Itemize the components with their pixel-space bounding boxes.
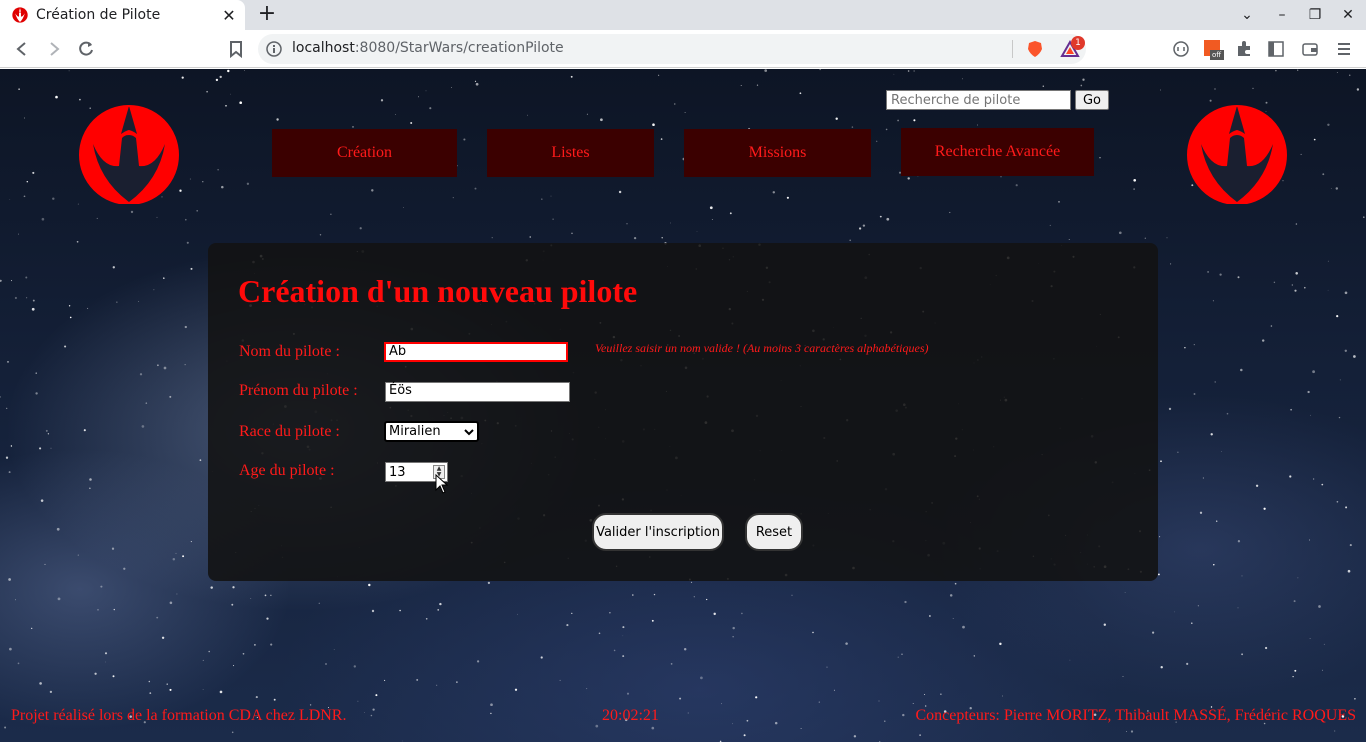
- wallet-icon[interactable]: [1300, 39, 1320, 59]
- brave-shields-icon[interactable]: [1026, 40, 1044, 58]
- menu-icon[interactable]: [1334, 39, 1354, 59]
- footer-project-text: Projet réalisé lors de la formation CDA …: [11, 707, 347, 724]
- page-title: Création d'un nouveau pilote: [238, 273, 638, 309]
- extension-badge: off: [1212, 51, 1222, 59]
- nav-creation-button[interactable]: Création: [272, 129, 457, 177]
- sidebar-icon[interactable]: [1266, 39, 1286, 59]
- browser-toolbar: localhost:8080/StarWars/creationPilote 1…: [0, 30, 1366, 68]
- footer-authors-text: Concepteurs: Pierre MORITZ, Thibault MAS…: [915, 707, 1356, 724]
- pilot-creation-panel: Création d'un nouveau pilote Nom du pilo…: [208, 243, 1158, 581]
- race-select[interactable]: Miralien: [384, 421, 479, 442]
- site-info-icon[interactable]: [266, 41, 282, 57]
- tab-list-chevron-icon[interactable]: ⌄: [1238, 7, 1256, 23]
- nom-input[interactable]: Ab: [384, 342, 568, 362]
- nav-recherche-avancee-button[interactable]: Recherche Avancée: [901, 128, 1094, 176]
- nav-missions-button[interactable]: Missions: [684, 129, 871, 177]
- pilot-search-input[interactable]: [886, 90, 1071, 110]
- puzzle-icon[interactable]: [1234, 39, 1254, 59]
- address-bar[interactable]: localhost:8080/StarWars/creationPilote: [258, 34, 1086, 64]
- footer-clock: 20:02:21: [602, 707, 659, 724]
- submit-button[interactable]: Valider l'inscription: [592, 513, 724, 551]
- minimize-icon[interactable]: –: [1273, 7, 1291, 23]
- rebel-alliance-logo-left-icon: [79, 105, 179, 204]
- chevron-down-icon: [464, 428, 474, 435]
- rebel-alliance-logo-right-icon: [1187, 105, 1287, 204]
- extension-icon[interactable]: off: [1203, 39, 1224, 60]
- tab-title: Création de Pilote: [36, 7, 161, 23]
- new-tab-icon[interactable]: +: [256, 3, 278, 26]
- notification-badge: 1: [1071, 36, 1085, 50]
- reset-button[interactable]: Reset: [745, 513, 803, 551]
- prenom-input[interactable]: Éös: [385, 382, 570, 402]
- back-icon[interactable]: [12, 39, 32, 59]
- prenom-label: Prénom du pilote :: [239, 382, 358, 399]
- nom-error-message: Veuillez saisir un nom valide ! (Au moin…: [595, 341, 929, 355]
- browser-tab-bar: Création de Pilote ✕ + ⌄ – ❐ ✕: [0, 0, 1366, 30]
- age-label: Age du pilote :: [239, 462, 335, 479]
- browser-tab[interactable]: Création de Pilote ✕: [0, 0, 245, 30]
- url-text: localhost:8080/StarWars/creationPilote: [292, 40, 564, 56]
- search-go-button[interactable]: Go: [1075, 90, 1109, 110]
- race-label: Race du pilote :: [239, 423, 340, 440]
- nom-label: Nom du pilote :: [239, 343, 340, 360]
- bookmark-icon[interactable]: [226, 39, 246, 59]
- restore-icon[interactable]: ❐: [1306, 7, 1324, 23]
- close-window-icon[interactable]: ✕: [1339, 7, 1357, 23]
- tab-close-icon[interactable]: ✕: [221, 6, 237, 25]
- page-viewport: Go Création Listes Missions Recherche Av…: [0, 69, 1366, 742]
- nav-listes-button[interactable]: Listes: [487, 129, 654, 177]
- reload-icon[interactable]: [76, 39, 96, 59]
- age-value: 13: [389, 464, 406, 480]
- race-selected-value: Miralien: [389, 424, 441, 439]
- mouse-cursor-icon: [435, 474, 449, 494]
- rebel-alliance-favicon-icon: [12, 7, 28, 23]
- url-divider: [1012, 40, 1013, 58]
- vpn-icon[interactable]: [1171, 39, 1191, 59]
- forward-icon[interactable]: [44, 39, 64, 59]
